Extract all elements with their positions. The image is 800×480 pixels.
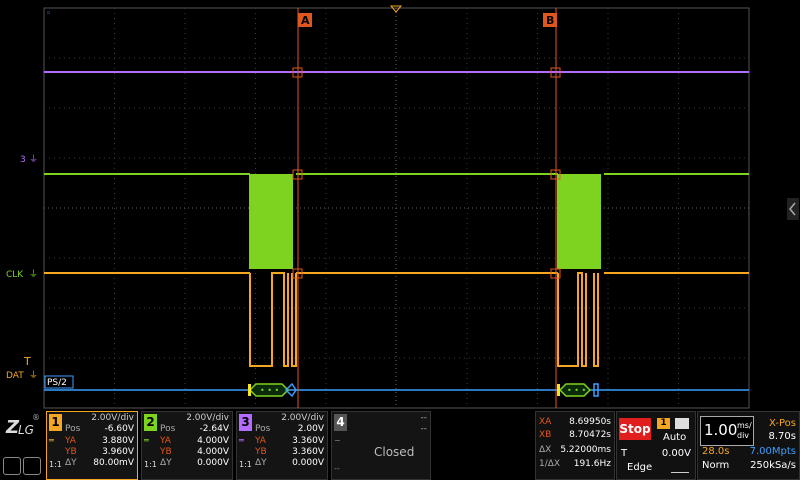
timebase-panel[interactable]: 1.00 ms/ div X-Pos 8.70s 28.0s 7.00Mpts … [697, 411, 800, 480]
ch1-ya: 3.880V [102, 436, 134, 446]
cursor-measurements[interactable]: XA 8.69950s XB 8.70472s ΔX 5.22000ms 1/Δ… [535, 411, 615, 480]
ch4-dash: -- [334, 464, 340, 473]
run-stop-button[interactable]: Stop [619, 418, 651, 440]
timebase-scale: 1.00 [704, 421, 738, 439]
side-menu-tab[interactable] [787, 198, 799, 220]
ch2-dy: 0.000V [197, 458, 229, 468]
ch3-panel[interactable]: 3 2.00V/div Pos 2.00V ═ YA 3.360V YB 3.360V… [236, 411, 328, 480]
ch3-yb-label: YB [255, 447, 267, 457]
ch2-burst-b [557, 174, 601, 269]
xa-value: 8.69950s [569, 417, 611, 427]
ch3-yb: 3.360V [292, 447, 324, 457]
xpos-label: X-Pos [769, 418, 796, 429]
ch2-ratio: 1:1 [144, 460, 157, 469]
elapsed-time: 28.0s [702, 446, 730, 457]
rising-edge-icon [671, 464, 689, 473]
xb-label: XB [539, 430, 552, 440]
memory-depth: 7.00Mpts [749, 446, 796, 457]
decode-label: PS/2 [47, 378, 67, 388]
ch4-panel[interactable]: 4 -- -- − Closed -- [331, 411, 431, 480]
ch1-scale: 2.00V/div [91, 413, 134, 423]
dx-value: 5.22000ms [560, 445, 611, 455]
ch2-pos-label: Pos [160, 424, 176, 434]
registered-icon: ® [32, 413, 40, 422]
svg-text:• • •: • • • [260, 386, 279, 395]
brand-logo-icon-b: LG [18, 423, 34, 437]
ch3-scale: 2.00V/div [281, 413, 324, 423]
dx-label: ΔX [539, 445, 552, 455]
screenshot-icon[interactable] [23, 457, 41, 475]
logo-area: Z LG ® [0, 411, 45, 480]
ch1-dy-label: ΔY [65, 458, 77, 468]
ch1-number: 1 [49, 414, 62, 431]
ch1-pos: -6.60V [104, 424, 134, 434]
ch3-pos-label: Pos [255, 424, 271, 434]
xpos-value: 8.70s [768, 431, 796, 442]
ch2-panel[interactable]: 2 2.00V/div Pos -2.64V ═ YA 4.000V YB 4.000… [141, 411, 233, 480]
ch3-label: 3 [20, 155, 26, 165]
ch3-pos: 2.00V [297, 424, 324, 434]
inv-dx-label: 1/ΔX [539, 459, 561, 469]
top-left-marker: ◦ [46, 9, 51, 19]
ch3-coupling-icon: ═ [239, 436, 244, 445]
ch2-coupling-icon: ═ [144, 436, 149, 445]
xa-label: XA [539, 417, 552, 427]
trigger-panel[interactable]: Stop 1 Auto T 0.00V Edge [616, 411, 696, 480]
trigger-level-icon: T [23, 355, 31, 368]
trigger-coupling-icon [675, 418, 689, 429]
waveform-display[interactable]: ◦ • • • • • • A B 3 ⏚ CLK ⏚ T DAT ⏚ PS/2 [0, 0, 800, 410]
ch3-ratio: 1:1 [239, 460, 252, 469]
ch2-dy-label: ΔY [160, 458, 172, 468]
svg-text:• • •: • • • [567, 386, 586, 395]
trigger-t-label: T [621, 448, 628, 459]
ch3-dy: 0.000V [292, 458, 324, 468]
xb-value: 8.70472s [569, 430, 611, 440]
ch2-ya: 4.000V [197, 436, 229, 446]
timebase-scale-box[interactable]: 1.00 ms/ div [700, 416, 754, 446]
sample-rate: 250kSa/s [750, 460, 796, 471]
ch1-ground-icon: ⏚ [29, 370, 38, 381]
ch2-burst-a [249, 174, 293, 269]
ch2-yb-label: YB [160, 447, 172, 457]
ch3-ya-label: YA [255, 436, 266, 446]
ch3-ground-icon: ⏚ [29, 154, 38, 165]
ch4-pos: -- [420, 424, 428, 434]
ch3-number: 3 [239, 414, 252, 431]
ch1-dy: 80.00mV [93, 458, 134, 468]
trigger-level: 0.00V [661, 448, 691, 459]
trigger-source[interactable]: 1 [657, 418, 670, 429]
ch4-number: 4 [334, 414, 347, 431]
ch4-coupling-icon: − [334, 436, 341, 445]
ch1-label: DAT [6, 371, 24, 381]
ch2-scale: 2.00V/div [186, 413, 229, 423]
ch1-panel[interactable]: 1 2.00V/div Pos -6.60V ═ YA 3.880V YB 3.960… [46, 411, 138, 480]
ch3-dy-label: ΔY [255, 458, 267, 468]
ch2-yb: 4.000V [197, 447, 229, 457]
ch2-pos: -2.64V [199, 424, 229, 434]
ch2-ground-icon: ⏚ [29, 269, 38, 280]
inv-dx-value: 191.6Hz [573, 459, 611, 469]
ch1-yb: 3.960V [102, 447, 134, 457]
cursor-b-label: B [546, 14, 554, 27]
ch1-yb-label: YB [65, 447, 77, 457]
ch2-ya-label: YA [160, 436, 171, 446]
timebase-unit-bot: div [737, 431, 750, 440]
cursor-a-label: A [301, 14, 310, 27]
ch2-label: CLK [6, 270, 24, 280]
trigger-mode[interactable]: Auto [663, 432, 686, 444]
ch2-number: 2 [144, 414, 157, 431]
acquisition-mode: Norm [702, 460, 730, 471]
ch3-ya: 3.360V [292, 436, 324, 446]
ch4-status: Closed [374, 445, 415, 459]
search-icon[interactable] [3, 457, 21, 475]
ch1-ya-label: YA [65, 436, 76, 446]
ch4-scale: -- [420, 413, 428, 423]
ch1-coupling-icon: ═ [49, 436, 54, 445]
trigger-type: Edge [627, 462, 653, 473]
ch1-pos-label: Pos [65, 424, 81, 434]
ch1-ratio: 1:1 [49, 460, 62, 469]
